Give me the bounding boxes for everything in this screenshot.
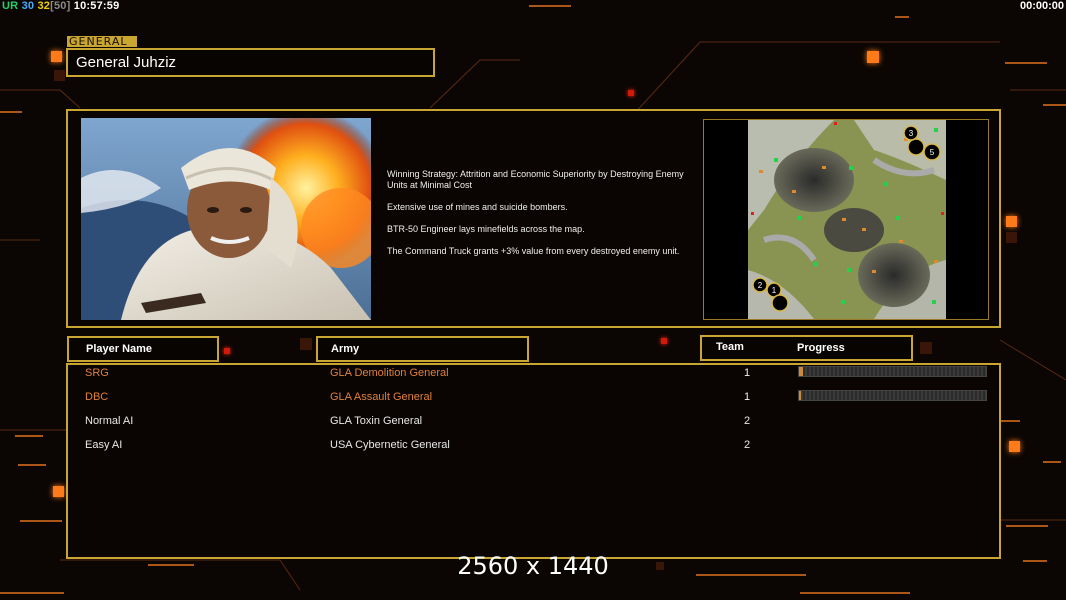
hud-stats: UR 30 32[50] 10:57:59: [2, 0, 119, 12]
progress-fill: [799, 367, 803, 376]
player-team: 2: [744, 415, 751, 427]
strategy-line-1: Winning Strategy: Attrition and Economic…: [387, 169, 684, 190]
ur-label: UR: [2, 0, 19, 12]
strategy-line-3: BTR-50 Engineer lays minefields across t…: [387, 224, 585, 234]
minimap-image: 3 5 2 1: [704, 120, 988, 319]
header-army-label: Army: [331, 343, 360, 355]
start-position-5: 5: [930, 148, 935, 157]
start-position-1: 1: [772, 286, 777, 295]
player-army: GLA Toxin General: [330, 415, 423, 427]
resolution-overlay: 2560 x 1440: [457, 552, 609, 580]
start-position-2: 2: [758, 281, 763, 290]
clock: 10:57:59: [73, 0, 120, 12]
player-name: Easy AI: [85, 439, 123, 451]
general-portrait: [81, 118, 371, 320]
strategy-description: Winning Strategy: Attrition and Economic…: [387, 169, 697, 268]
stat-c: [50]: [50, 0, 71, 12]
player-name: Normal AI: [85, 415, 134, 427]
stat-b: 32: [37, 0, 51, 12]
player-row: SRG GLA Demolition General 1: [0, 364, 987, 384]
general-tag: GENERAL: [67, 36, 137, 47]
portrait-image: [81, 118, 371, 320]
start-position-3: 3: [909, 129, 914, 138]
minimap[interactable]: 3 5 2 1: [703, 119, 989, 320]
player-team: 1: [744, 391, 751, 403]
header-progress-label: Progress: [797, 342, 845, 354]
player-row: Normal AI GLA Toxin General 2: [0, 412, 935, 432]
progress-bar: [798, 390, 987, 401]
strategy-line-4: The Command Truck grants +3% value from …: [387, 246, 680, 256]
general-name: General Juhziz: [66, 48, 435, 77]
player-army: GLA Demolition General: [330, 367, 449, 379]
strategy-line-2: Extensive use of mines and suicide bombe…: [387, 202, 568, 212]
player-team: 2: [744, 439, 751, 451]
header-army: Army: [316, 336, 529, 362]
progress-fill: [799, 391, 801, 400]
player-army: USA Cybernetic General: [330, 439, 450, 451]
player-name: DBC: [85, 391, 109, 403]
progress-bar: [798, 366, 987, 377]
header-player-name: Player Name: [67, 336, 219, 362]
stat-a: 30: [21, 0, 35, 12]
player-name: SRG: [85, 367, 109, 379]
header-team-label: Team: [716, 341, 744, 353]
player-row: Easy AI USA Cybernetic General 2: [0, 436, 935, 456]
header-team-progress: Team Progress: [700, 335, 913, 361]
player-army: GLA Assault General: [330, 391, 433, 403]
player-team: 1: [744, 367, 751, 379]
game-timer: 00:00:00: [1019, 0, 1064, 12]
header-player-name-label: Player Name: [86, 343, 153, 355]
player-row: DBC GLA Assault General 1: [0, 388, 987, 408]
